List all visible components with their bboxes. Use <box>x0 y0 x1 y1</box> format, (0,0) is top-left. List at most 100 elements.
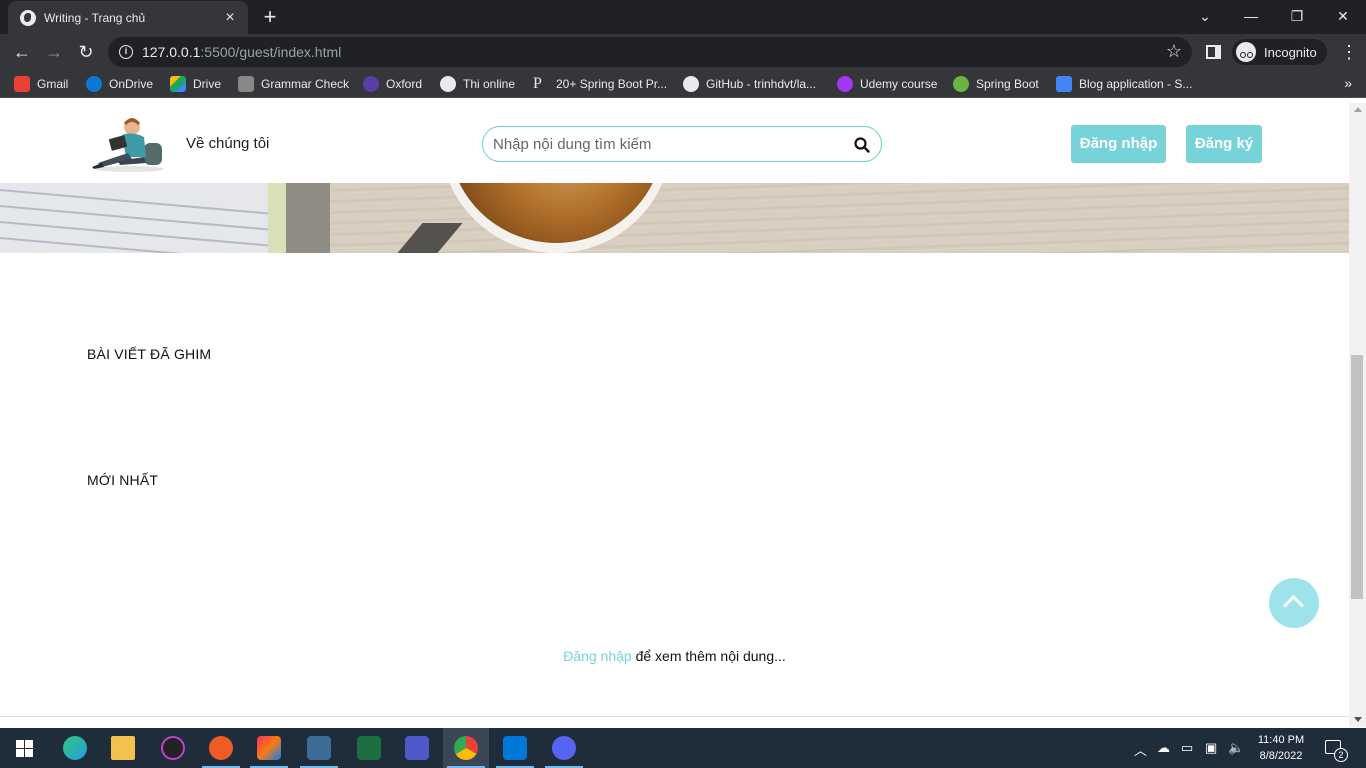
clock-time: 11:40 PM <box>1257 734 1305 746</box>
bookmark-udemy[interactable]: Udemy course <box>837 76 937 92</box>
scroll-to-top-button[interactable] <box>1269 578 1319 628</box>
taskbar-mysql-workbench[interactable] <box>296 728 342 768</box>
mysql-workbench-icon <box>307 736 331 760</box>
browser-toolbar: ← → ↻ i 127.0.0.1:5500/guest/index.html … <box>0 34 1366 70</box>
network-icon[interactable]: ▣ <box>1205 740 1217 756</box>
tab-active[interactable]: Writing - Trang chủ × <box>8 1 248 34</box>
battery-icon[interactable]: ▭ <box>1181 740 1193 756</box>
close-window-button[interactable]: ✕ <box>1331 4 1355 28</box>
more-bookmarks-icon[interactable]: » <box>1344 75 1352 91</box>
bookmark-ondrive[interactable]: OnDrive <box>86 76 153 92</box>
bookmark-thi-online[interactable]: Thi online <box>440 76 515 92</box>
bookmark-drive[interactable]: Drive <box>170 76 221 92</box>
onedrive-tray-icon[interactable]: ☁ <box>1157 740 1170 756</box>
chrome-icon <box>454 736 478 760</box>
taskbar-intellij[interactable] <box>246 728 292 768</box>
grammar-icon <box>238 76 254 92</box>
file-explorer-icon <box>111 736 135 760</box>
search-input[interactable] <box>493 134 843 154</box>
bookmark-grammar-check[interactable]: Grammar Check <box>238 76 349 92</box>
bookmark-oxford[interactable]: Oxford <box>363 76 422 92</box>
tab-search-icon[interactable]: ⌄ <box>1193 4 1217 28</box>
teams-icon <box>405 736 429 760</box>
login-prompt: Đăng nhập để xem thêm nội dung... <box>0 648 1349 664</box>
tray-overflow-icon[interactable]: ︿ <box>1134 740 1147 759</box>
url-text[interactable]: 127.0.0.1:5500/guest/index.html <box>142 44 341 60</box>
taskbar-vscode[interactable] <box>492 728 538 768</box>
bookmark-star-icon[interactable]: ☆ <box>1166 41 1182 62</box>
logo-reading-man[interactable] <box>88 111 166 173</box>
gmail-icon <box>14 76 30 92</box>
volume-icon[interactable]: 🔈 <box>1228 740 1244 756</box>
taskbar-clock[interactable]: 11:40 PM 8/8/2022 <box>1251 732 1311 764</box>
back-icon[interactable]: ← <box>10 40 34 64</box>
bookmark-blog-application[interactable]: Blog application - S... <box>1056 76 1192 92</box>
discord-icon <box>552 736 576 760</box>
intellij-icon <box>257 736 281 760</box>
taskbar-excel[interactable] <box>346 728 392 768</box>
globe-icon <box>20 9 36 26</box>
signup-button[interactable]: Đăng ký <box>1186 125 1262 163</box>
bookmark-spring-boot[interactable]: Spring Boot <box>953 76 1039 92</box>
side-panel-icon[interactable] <box>1206 45 1221 59</box>
scroll-thumb[interactable] <box>1351 355 1363 599</box>
login-button[interactable]: Đăng nhập <box>1071 125 1166 163</box>
taskbar-postman[interactable] <box>198 728 244 768</box>
notification-count-badge: 2 <box>1334 748 1348 762</box>
excel-icon <box>357 736 381 760</box>
restore-button[interactable]: ❐ <box>1285 4 1309 28</box>
notebook-graphic <box>0 183 330 253</box>
thi-online-icon <box>440 76 456 92</box>
scroll-down-arrow-icon[interactable] <box>1354 717 1362 722</box>
page-divider <box>0 716 1349 717</box>
search-icon[interactable] <box>853 136 871 154</box>
google-drive-icon <box>170 76 186 92</box>
incognito-icon <box>1236 42 1256 62</box>
github-icon <box>683 76 699 92</box>
taskbar-edge[interactable] <box>52 728 98 768</box>
taskbar-chrome[interactable] <box>443 728 489 768</box>
windows-start-icon[interactable] <box>16 740 33 757</box>
tab-title: Writing - Trang chủ <box>44 10 146 25</box>
login-prompt-link[interactable]: Đăng nhập <box>563 648 632 664</box>
latest-posts-title: MỚI NHẤT <box>87 472 159 488</box>
taskbar-teams[interactable] <box>394 728 440 768</box>
taskbar-rgb-app[interactable] <box>150 728 196 768</box>
bookmark-gmail[interactable]: Gmail <box>14 76 68 92</box>
page-content: Về chúng tôi Đăng nhập Đăng ký BÀI VIẾT … <box>0 103 1349 717</box>
oxford-icon <box>363 76 379 92</box>
address-bar[interactable]: i 127.0.0.1:5500/guest/index.html ☆ <box>108 37 1192 67</box>
site-info-icon[interactable]: i <box>119 45 133 59</box>
bookmarks-bar: Gmail OnDrive Drive Grammar Check Oxford… <box>0 70 1366 98</box>
blog-icon <box>1056 76 1072 92</box>
forward-icon[interactable]: → <box>42 40 66 64</box>
udemy-icon <box>837 76 853 92</box>
new-tab-button[interactable]: + <box>258 5 282 29</box>
page-scrollbar[interactable] <box>1349 103 1366 727</box>
scroll-up-arrow-icon[interactable] <box>1354 107 1362 112</box>
minimize-button[interactable]: — <box>1239 4 1263 28</box>
clock-date: 8/8/2022 <box>1259 750 1303 762</box>
login-prompt-text: để xem thêm nội dung... <box>631 648 786 664</box>
taskbar-file-explorer[interactable] <box>100 728 146 768</box>
rgb-app-icon <box>161 736 185 760</box>
browser-tabstrip: Writing - Trang chủ × + ⌄ — ❐ ✕ <box>0 0 1366 34</box>
windows-taskbar: ︿ ☁ ▭ ▣ 🔈 11:40 PM 8/8/2022 2 <box>0 728 1366 768</box>
browser-menu-icon[interactable]: ⋮ <box>1340 42 1358 62</box>
taskbar-discord[interactable] <box>541 728 587 768</box>
site-header: Về chúng tôi Đăng nhập Đăng ký <box>0 103 1349 183</box>
pinned-posts-title: BÀI VIẾT ĐÃ GHIM <box>87 346 212 362</box>
onedrive-icon <box>86 76 102 92</box>
spring-icon <box>953 76 969 92</box>
postman-icon <box>209 736 233 760</box>
bookmark-github[interactable]: GitHub - trinhdvt/la... <box>683 76 816 92</box>
search-box <box>482 126 882 162</box>
hero-banner-image <box>0 183 1349 253</box>
close-tab-icon[interactable]: × <box>222 9 238 26</box>
reload-icon[interactable]: ↻ <box>74 40 98 64</box>
edge-icon <box>63 736 87 760</box>
incognito-badge[interactable]: Incognito <box>1232 39 1327 65</box>
incognito-label: Incognito <box>1264 44 1317 60</box>
bookmark-spring-boot-projects[interactable]: P 20+ Spring Boot Pr... <box>533 76 667 92</box>
about-us-link[interactable]: Về chúng tôi <box>186 135 269 152</box>
